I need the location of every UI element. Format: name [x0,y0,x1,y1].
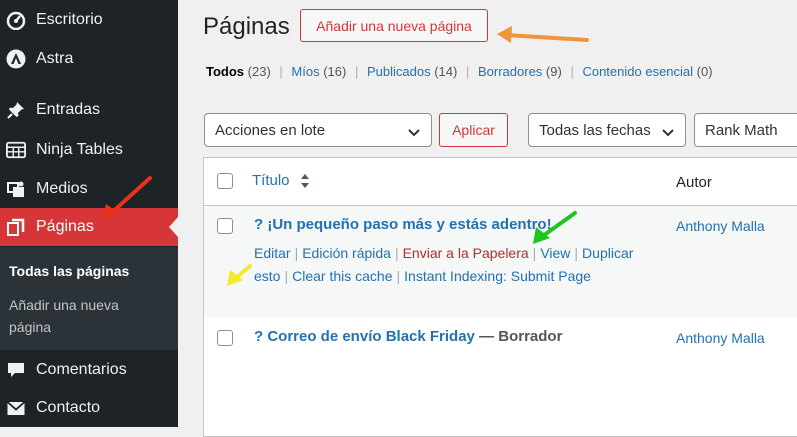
mail-icon [6,398,26,418]
sidebar-item-entradas[interactable]: Entradas [0,91,178,129]
seo-filter-value: Rank Math [705,121,778,139]
filter-mine[interactable]: Míos [291,64,319,79]
view-link[interactable]: View [540,245,570,261]
filter-mine-count: (16) [323,64,347,79]
sidebar-item-label: Entradas [36,101,101,118]
sidebar-item-label: Comentarios [36,361,127,378]
admin-sidebar: Escritorio Astra Entradas Ninja Tables M… [0,0,178,427]
duplicate-link[interactable]: Duplicar [582,245,633,261]
pages-icon [6,217,26,237]
sidebar-item-label: Contacto [36,399,101,416]
filter-essential-count: (0) [696,64,713,79]
duplicate-link-cont[interactable]: esto [254,268,280,284]
pages-submenu: Todas las páginas Añadir una nueva págin… [0,247,178,350]
filter-separator: | [354,64,359,79]
pages-table: Título Autor ? ¡Un pequeño paso más y es… [203,157,797,437]
trash-link[interactable]: Enviar a la Papelera [403,245,529,261]
table-row: ? ¡Un pequeño paso más y estás adentro! … [204,206,797,317]
filter-drafts-count: (9) [545,64,562,79]
main-content: Páginas Añadir una nueva página Todos (2… [178,0,797,437]
filter-drafts[interactable]: Borradores [478,64,542,79]
sidebar-item-label: Astra [36,50,74,67]
sidebar-item-medios[interactable]: Medios [0,170,178,208]
row-checkbox[interactable] [217,218,233,234]
filter-all-count: (23) [247,64,271,79]
filter-separator: | [279,64,283,79]
row-title-text[interactable]: ? Correo de envío Black Friday [254,328,475,345]
row-title-link: ? Correo de envío Black Friday — Borrado… [254,328,562,345]
sidebar-item-label: Medios [36,180,88,197]
filter-all[interactable]: Todos [206,64,244,79]
row-author-link[interactable]: Anthony Malla [676,330,765,346]
bulk-actions-value: Acciones en lote [215,121,326,139]
column-title[interactable]: Título [252,172,290,189]
filter-published[interactable]: Publicados [367,64,431,79]
chevron-down-icon [661,125,675,142]
pushpin-icon [6,100,26,120]
edit-link[interactable]: Editar [254,245,291,261]
apply-button[interactable]: Aplicar [439,113,508,147]
seo-filter-select[interactable]: Rank Math [694,113,797,147]
select-all-checkbox[interactable] [217,173,233,189]
sidebar-item-label: Páginas [36,218,94,235]
media-icon [6,179,26,199]
status-filters: Todos (23) | Míos (16) | Publicados (14)… [206,64,713,79]
date-filter-value: Todas las fechas [539,121,651,139]
comment-icon [6,360,26,380]
filter-separator: | [465,64,470,79]
row-title-link[interactable]: ? ¡Un pequeño paso más y estás adentro! [254,216,552,233]
row-draft-state: — Borrador [479,328,563,345]
row-checkbox[interactable] [217,330,233,346]
add-new-page-button[interactable]: Añadir una nueva página [300,9,488,42]
quick-edit-link[interactable]: Edición rápida [302,245,391,261]
submenu-add-new-page[interactable]: Añadir una nueva página [9,294,159,338]
submenu-all-pages[interactable]: Todas las páginas [9,263,129,279]
table-icon [6,140,26,160]
sidebar-item-ninja-tables[interactable]: Ninja Tables [0,131,178,169]
sidebar-item-label: Escritorio [36,11,103,28]
sidebar-item-escritorio[interactable]: Escritorio [0,1,178,39]
table-header: Título Autor [204,158,797,206]
astra-icon [6,49,26,69]
sidebar-item-comentarios[interactable]: Comentarios [0,351,178,389]
page-title: Páginas [203,13,290,40]
instant-indexing-link[interactable]: Instant Indexing: Submit Page [404,268,591,284]
filter-separator: | [570,64,574,79]
sidebar-item-paginas[interactable]: Páginas [0,208,178,246]
filter-published-count: (14) [434,64,458,79]
chevron-down-icon [407,125,421,142]
sidebar-item-astra[interactable]: Astra [0,40,178,78]
active-indicator [169,217,178,237]
sidebar-item-label: Ninja Tables [36,141,123,158]
sort-icon[interactable] [300,171,310,196]
date-filter-select[interactable]: Todas las fechas [528,113,686,147]
sidebar-item-contacto[interactable]: Contacto [0,389,178,427]
row-actions: Editar | Edición rápida | Enviar a la Papele… [254,245,634,284]
column-author: Autor [676,174,712,191]
row-author-link[interactable]: Anthony Malla [676,218,765,234]
table-row: ? Correo de envío Black Friday — Borrado… [204,317,797,387]
bulk-actions-select[interactable]: Acciones en lote [204,113,432,147]
filter-essential[interactable]: Contenido esencial [582,64,693,79]
clear-cache-link[interactable]: Clear this cache [292,268,392,284]
dashboard-icon [6,10,26,30]
